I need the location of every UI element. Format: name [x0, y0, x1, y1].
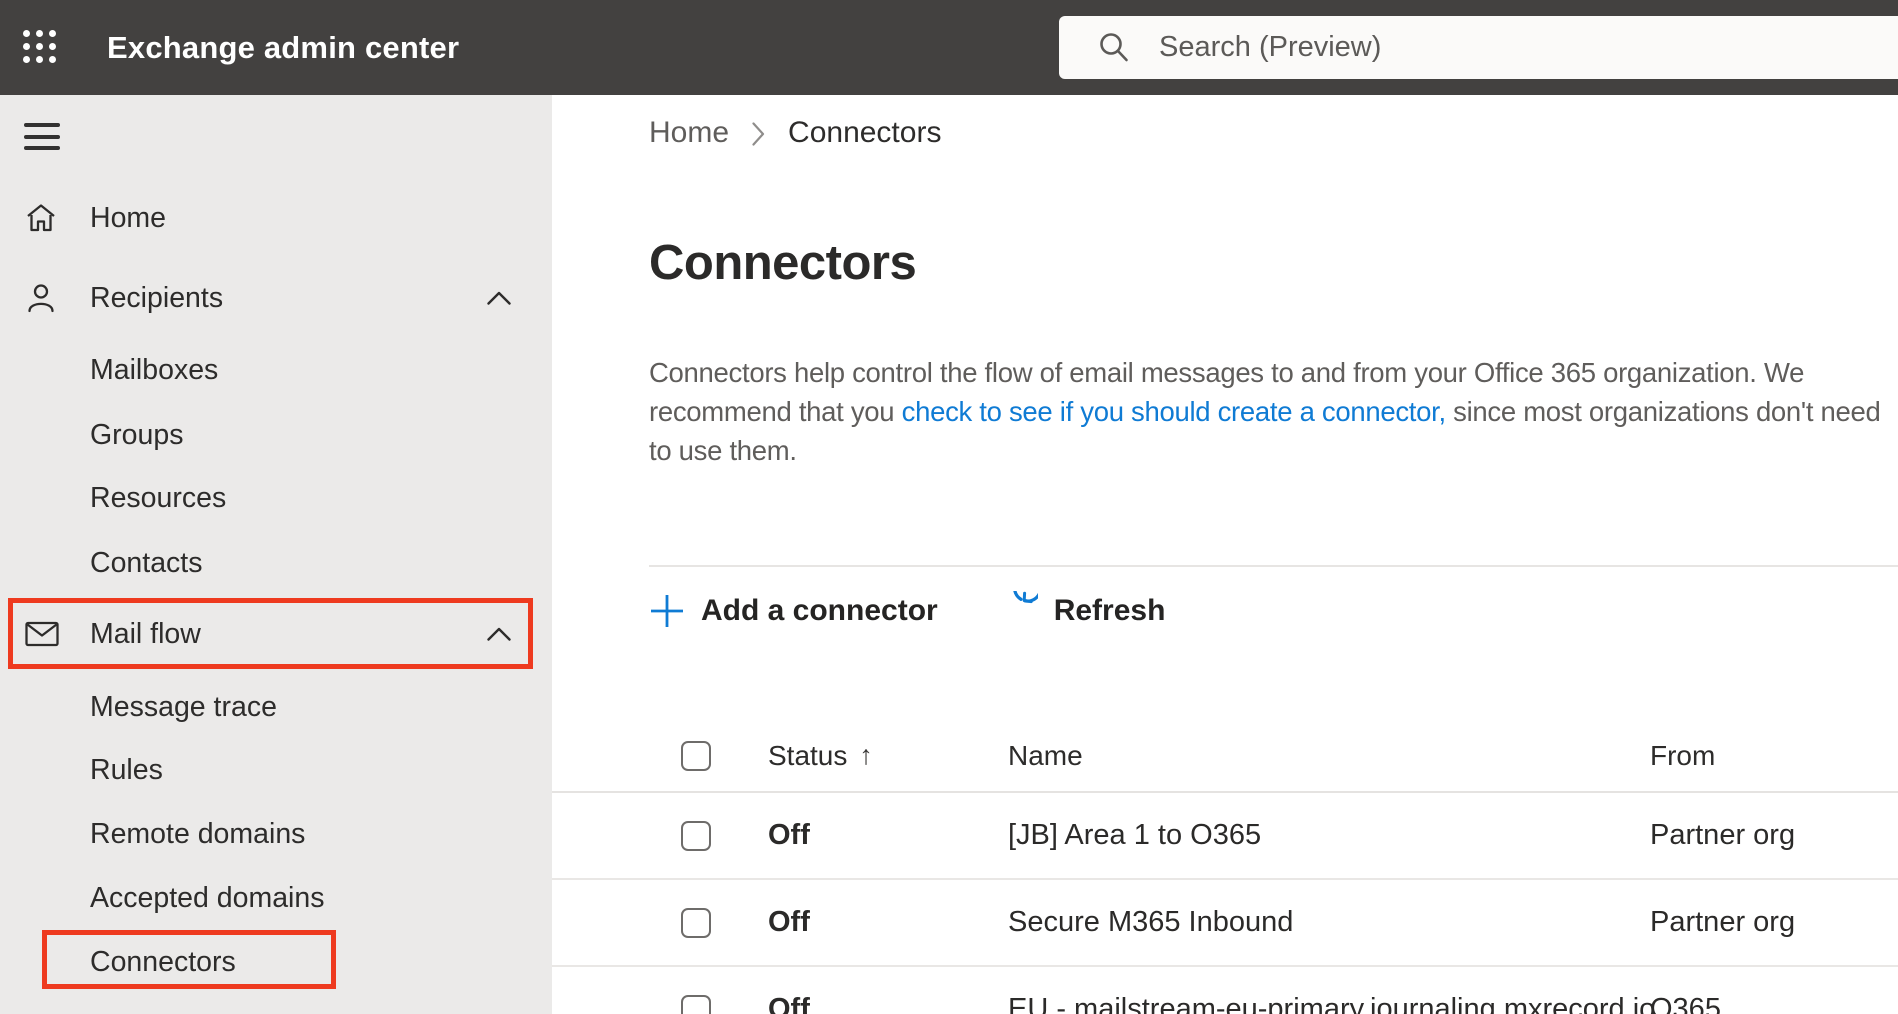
- search-input[interactable]: [1159, 31, 1759, 64]
- sidebar-item-groups[interactable]: Groups: [0, 403, 552, 467]
- add-connector-button[interactable]: Add a connector: [649, 593, 938, 629]
- sidebar-item-label: Mailboxes: [90, 353, 219, 386]
- row-name: [JB] Area 1 to O365: [1008, 819, 1262, 851]
- person-icon: [25, 282, 57, 314]
- row-select-cell: [681, 820, 711, 851]
- table-row[interactable]: Off EU - mailstream-eu-primary.journalin…: [552, 967, 1898, 1014]
- app-launcher-waffle-icon[interactable]: [23, 30, 57, 64]
- sidebar-item-label: Rules: [90, 753, 163, 786]
- column-header-status[interactable]: Status ↑: [768, 740, 1008, 772]
- mail-icon: [25, 621, 59, 647]
- breadcrumb-current: Connectors: [788, 116, 942, 149]
- row-checkbox[interactable]: [681, 994, 711, 1014]
- connectors-table: Status ↑ Name From Off [JB] Area 1 to O3…: [552, 720, 1898, 1014]
- sidebar-item-resources[interactable]: Resources: [0, 466, 552, 530]
- chevron-up-icon[interactable]: [486, 290, 512, 306]
- row-select-cell: [681, 907, 711, 938]
- breadcrumb-home-link[interactable]: Home: [649, 116, 729, 150]
- main-content: Home Connectors Connectors Connectors he…: [552, 95, 1898, 1014]
- row-status: Off: [768, 819, 810, 851]
- page-description: Connectors help control the flow of emai…: [649, 353, 1897, 470]
- column-header-name[interactable]: Name: [1008, 740, 1650, 772]
- refresh-label: Refresh: [1053, 594, 1166, 627]
- sidebar-item-contacts[interactable]: Contacts: [0, 531, 552, 595]
- sidebar-item-label: Connectors: [90, 945, 236, 978]
- sidebar-item-label: Remote domains: [90, 817, 306, 850]
- select-all-cell: [681, 740, 711, 771]
- add-connector-label: Add a connector: [701, 594, 938, 627]
- create-connector-check-link[interactable]: check to see if you should create a conn…: [902, 396, 1446, 427]
- select-all-checkbox[interactable]: [681, 740, 711, 771]
- chevron-right-icon: [751, 121, 766, 147]
- sidebar-item-label: Contacts: [90, 546, 203, 579]
- row-status: Off: [768, 993, 810, 1014]
- toolbar-top-divider: [649, 565, 1898, 567]
- global-search[interactable]: [1059, 16, 1898, 79]
- table-row[interactable]: Off [JB] Area 1 to O365 Partner org: [552, 793, 1898, 880]
- sidebar-item-accepted-domains[interactable]: Accepted domains: [0, 866, 552, 930]
- exchange-admin-center-window: Exchange admin center Home: [0, 0, 1898, 1014]
- plus-icon: [651, 595, 683, 627]
- left-navigation: Home Recipients Mailboxes Groups Resourc…: [0, 95, 552, 1014]
- refresh-icon: [1013, 591, 1038, 604]
- sort-up-icon: ↑: [859, 740, 873, 770]
- row-status: Off: [768, 906, 810, 938]
- sidebar-item-label: Resources: [90, 481, 227, 514]
- sidebar-item-remote-domains[interactable]: Remote domains: [0, 802, 552, 866]
- table-row[interactable]: Off Secure M365 Inbound Partner org: [552, 880, 1898, 967]
- table-header-row: Status ↑ Name From: [552, 720, 1898, 793]
- row-from: O365: [1650, 993, 1721, 1014]
- app-title: Exchange admin center: [107, 29, 460, 65]
- home-icon: [25, 203, 57, 233]
- sidebar-item-mailboxes[interactable]: Mailboxes: [0, 338, 552, 402]
- row-from: Partner org: [1650, 819, 1796, 851]
- sidebar-item-rules[interactable]: Rules: [0, 738, 552, 802]
- sidebar-item-label: Message trace: [90, 690, 277, 723]
- sidebar-item-connectors[interactable]: Connectors: [0, 930, 552, 994]
- sidebar-item-label: Groups: [90, 418, 184, 451]
- row-name: Secure M365 Inbound: [1008, 906, 1294, 938]
- sidebar-item-label: Accepted domains: [90, 881, 325, 914]
- row-checkbox[interactable]: [681, 907, 711, 938]
- top-app-bar: Exchange admin center: [0, 0, 1898, 95]
- row-name: EU - mailstream-eu-primary.journaling.mx…: [1008, 993, 1656, 1014]
- status-header-label: Status: [768, 739, 848, 771]
- refresh-button[interactable]: Refresh: [998, 591, 1166, 631]
- sidebar-item-home[interactable]: Home: [0, 182, 552, 254]
- sidebar-item-recipients[interactable]: Recipients: [0, 262, 552, 334]
- row-checkbox[interactable]: [681, 820, 711, 851]
- sidebar-item-mail-flow[interactable]: Mail flow: [0, 598, 552, 670]
- breadcrumb: Home Connectors: [649, 113, 941, 153]
- row-select-cell: [681, 994, 711, 1014]
- page-title: Connectors: [649, 236, 917, 290]
- search-icon: [1100, 32, 1128, 61]
- command-toolbar: Add a connector Refresh: [649, 589, 1165, 633]
- hamburger-menu-icon[interactable]: [24, 123, 60, 150]
- sidebar-item-message-trace[interactable]: Message trace: [0, 675, 552, 739]
- chevron-up-icon[interactable]: [486, 626, 512, 642]
- row-from: Partner org: [1650, 906, 1796, 938]
- column-header-from[interactable]: From: [1650, 740, 1898, 772]
